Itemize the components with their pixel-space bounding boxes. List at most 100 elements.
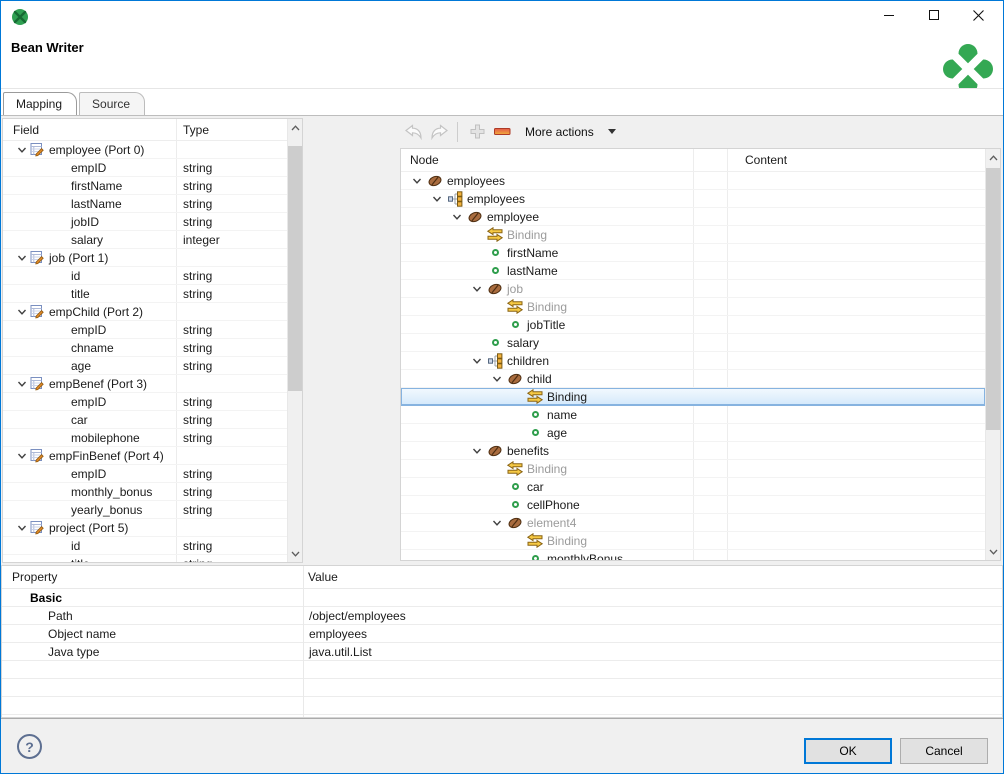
field-row[interactable]: empIDstring [3,393,287,411]
node-label: Binding [527,300,567,314]
tab-source[interactable]: Source [79,92,145,115]
field-row[interactable]: idstring [3,537,287,555]
field-row[interactable]: firstNamestring [3,177,287,195]
maximize-button[interactable] [911,1,956,29]
field-label: employee (Port 0) [49,143,144,157]
chevron-down-icon[interactable] [14,523,29,533]
tree-row[interactable]: salary [401,334,985,352]
tree-row[interactable]: employee [401,208,985,226]
tree-row[interactable]: Binding [401,226,985,244]
property-name: Basic [2,591,303,605]
tree-row[interactable]: Binding [401,460,985,478]
chevron-down-icon[interactable] [429,194,445,204]
tree-row[interactable]: employees [401,190,985,208]
tree-row[interactable]: Binding [401,298,985,316]
remove-binding-button[interactable] [489,120,515,144]
field-row[interactable]: agestring [3,357,287,375]
field-row[interactable]: empIDstring [3,465,287,483]
dropdown-arrow-icon [608,129,616,138]
minimize-button[interactable] [866,1,911,29]
tree-row[interactable]: job [401,280,985,298]
field-row[interactable]: employee (Port 0) [3,141,287,159]
tree-row[interactable]: Binding [401,532,985,550]
field-row[interactable]: idstring [3,267,287,285]
scroll-down-button[interactable] [986,543,1001,560]
tree-row[interactable]: child [401,370,985,388]
node-label: employee [487,210,539,224]
field-row[interactable]: lastNamestring [3,195,287,213]
field-row[interactable]: empBenef (Port 3) [3,375,287,393]
tree-row[interactable]: cellPhone [401,496,985,514]
field-row[interactable]: chnamestring [3,339,287,357]
property-row[interactable] [2,661,1002,679]
field-row[interactable]: project (Port 5) [3,519,287,537]
field-row[interactable]: yearly_bonusstring [3,501,287,519]
field-row[interactable]: empIDstring [3,321,287,339]
field-cell: title [3,287,176,301]
property-row[interactable]: Java typejava.util.List [2,643,1002,661]
chevron-down-icon[interactable] [489,374,505,384]
field-type: string [176,359,212,373]
property-row[interactable] [2,679,1002,697]
tree-row[interactable]: lastName [401,262,985,280]
cancel-button[interactable]: Cancel [900,738,988,764]
maximize-icon [928,9,940,21]
scroll-thumb[interactable] [986,168,1001,430]
field-cell: id [3,539,176,553]
tree-row[interactable]: firstName [401,244,985,262]
chevron-down-icon[interactable] [469,446,485,456]
help-button[interactable]: ? [17,734,42,759]
field-row[interactable]: empChild (Port 2) [3,303,287,321]
scroll-down-button[interactable] [288,545,303,562]
minimize-icon [883,9,895,21]
tree-row[interactable]: benefits [401,442,985,460]
scroll-thumb[interactable] [288,146,303,391]
chevron-down-icon[interactable] [469,284,485,294]
chevron-down-icon[interactable] [14,379,29,389]
tree-row[interactable]: children [401,352,985,370]
field-row[interactable]: carstring [3,411,287,429]
tree-row[interactable]: monthlyBonus [401,550,985,560]
scroll-up-button[interactable] [288,119,303,136]
close-button[interactable] [956,1,1001,29]
ok-button[interactable]: OK [804,738,892,764]
tab-mapping[interactable]: Mapping [3,92,77,115]
chevron-down-icon[interactable] [14,307,29,317]
field-row[interactable]: salaryinteger [3,231,287,249]
column-header-property: Property [12,570,57,584]
field-row[interactable]: monthly_bonusstring [3,483,287,501]
chevron-down-icon[interactable] [489,518,505,528]
field-row[interactable]: empIDstring [3,159,287,177]
chevron-down-icon[interactable] [14,253,29,263]
field-type: string [176,215,212,229]
tree-scrollbar[interactable] [985,149,1000,560]
chevron-down-icon[interactable] [409,176,425,186]
chevron-down-icon[interactable] [449,212,465,222]
field-row[interactable]: titlestring [3,555,287,562]
tree-row[interactable]: age [401,424,985,442]
chevron-down-icon[interactable] [14,145,29,155]
tree-row[interactable]: element4 [401,514,985,532]
property-row[interactable]: Path/object/employees [2,607,1002,625]
more-actions-button[interactable]: More actions [525,125,616,139]
chevron-down-icon[interactable] [469,356,485,366]
field-row[interactable]: job (Port 1) [3,249,287,267]
property-row[interactable] [2,697,1002,715]
property-value: /object/employees [303,609,406,623]
tree-row[interactable]: Binding [401,388,985,406]
tree-row[interactable]: name [401,406,985,424]
field-label: project (Port 5) [49,521,128,535]
fields-scrollbar[interactable] [287,119,302,562]
property-row[interactable]: Basic [2,589,1002,607]
field-row[interactable]: empFinBenef (Port 4) [3,447,287,465]
tree-row[interactable]: jobTitle [401,316,985,334]
property-row[interactable]: Object nameemployees [2,625,1002,643]
tree-row[interactable]: employees [401,172,985,190]
field-row[interactable]: titlestring [3,285,287,303]
field-row[interactable]: jobIDstring [3,213,287,231]
field-label: empID [3,467,106,481]
scroll-up-button[interactable] [986,149,1001,166]
field-row[interactable]: mobilephonestring [3,429,287,447]
chevron-down-icon[interactable] [14,451,29,461]
tree-row[interactable]: car [401,478,985,496]
